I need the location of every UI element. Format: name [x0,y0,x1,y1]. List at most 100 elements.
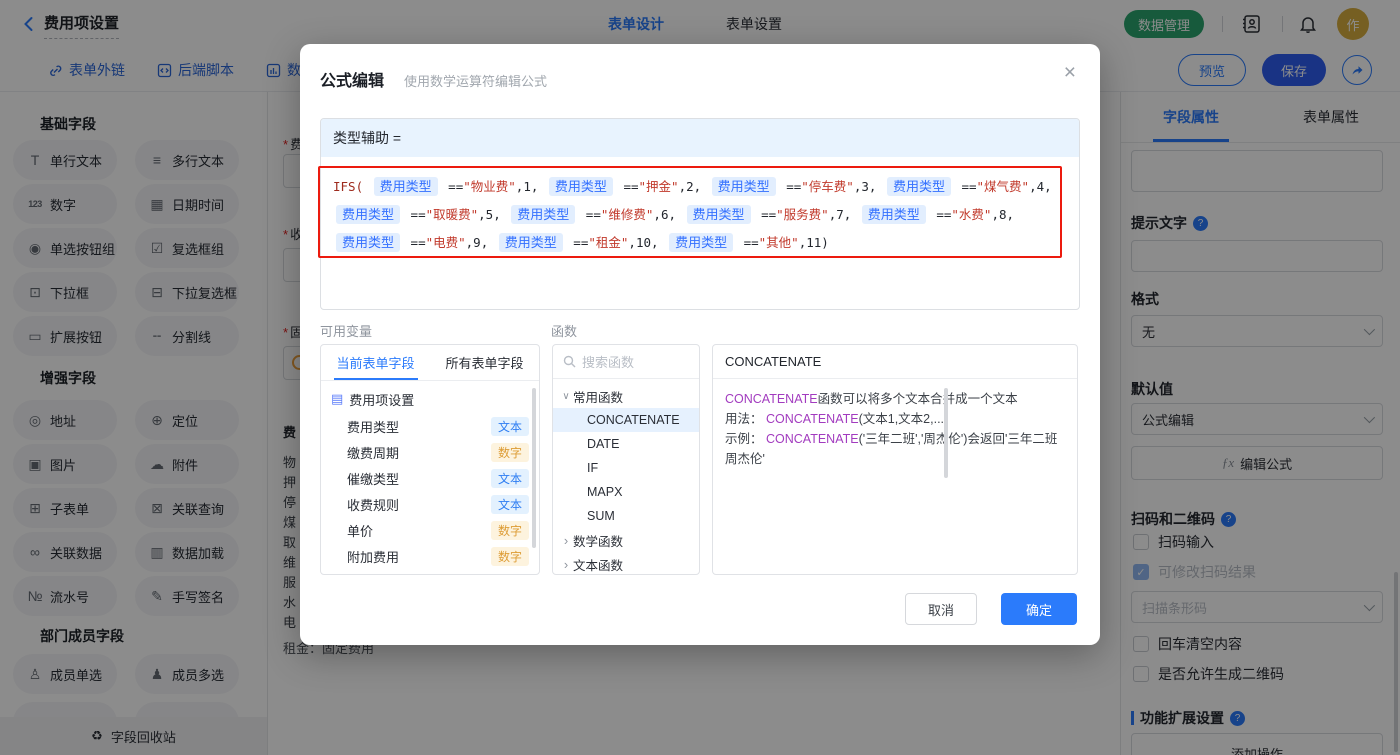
function-item[interactable]: DATE [553,432,699,456]
detail-segment: (文本1,文本2,...) [859,412,949,426]
formula-box: 类型辅助 = IFS( 费用类型 =="物业费",1, 费用类型 =="押金",… [320,118,1080,310]
form-icon: ▤ [331,391,343,407]
function-item[interactable]: IF [553,456,699,480]
variables-tab[interactable]: 当前表单字段 [321,345,430,380]
formula-segment: ,5, [478,207,508,222]
variable-row[interactable]: 收费规则 文本 [321,491,539,517]
modal-title: 公式编辑 [320,67,384,91]
functions-scrollbar[interactable] [944,388,948,478]
formula-segment: ,3, [854,179,884,194]
formula-segment: "维修费" [601,207,654,222]
variable-type-badge: 数字 [491,443,529,462]
formula-segment: 费用类型 [336,233,400,252]
functions-tree: 常用函数 CONCATENATE DATE IF MAPX SUM 数学函数 文… [553,379,699,575]
formula-segment: == [441,179,464,194]
close-icon[interactable]: × [1064,62,1076,83]
variable-name: 单价 [347,521,491,540]
formula-segment: ,10, [628,235,666,250]
confirm-button[interactable]: 确定 [1001,593,1077,625]
function-detail-panel: CONCATENATE CONCATENATE函数可以将多个文本合并成一个文本用… [712,344,1078,575]
formula-segment: == [754,207,777,222]
formula-segment: 费用类型 [549,177,613,196]
formula-segment: 费用类型 [669,233,733,252]
variable-type-badge: 文本 [491,417,529,436]
variable-row[interactable]: 费用类型 文本 [321,413,539,439]
formula-segment: ,1, [516,179,546,194]
formula-segment: 费用类型 [887,177,951,196]
variables-tab[interactable]: 所有表单字段 [430,345,539,380]
formula-segment: ,6, [653,207,683,222]
formula-segment: == [954,179,977,194]
formula-segment: 费用类型 [687,205,751,224]
function-item[interactable]: 数学函数 [553,528,699,552]
functions-panel: 搜索函数 常用函数 CONCATENATE DATE IF MAPX SUM 数… [552,344,700,575]
formula-segment: ,9, [466,235,496,250]
formula-segment: "电费" [426,235,466,250]
functions-label: 函数 [551,321,577,340]
detail-segment: CONCATENATE [766,412,859,426]
formula-segment: 费用类型 [374,177,438,196]
variables-label: 可用变量 [320,321,372,340]
function-item[interactable]: SUM [553,504,699,528]
formula-editor-modal: 公式编辑 使用数学运算符编辑公式 × 类型辅助 = IFS( 费用类型 =="物… [300,44,1100,645]
formula-segment: 费用类型 [712,177,776,196]
variable-name: 缴费周期 [347,443,491,462]
formula-segment: 费用类型 [336,205,400,224]
formula-segment: == [736,235,759,250]
formula-segment: 费用类型 [499,233,563,252]
formula-target: 类型辅助 = [321,119,1079,157]
formula-segment: ,11) [799,235,829,250]
cancel-button[interactable]: 取消 [905,593,977,625]
formula-segment: == [403,207,426,222]
detail-segment: CONCATENATE [725,392,818,406]
search-icon [563,355,576,368]
formula-segment: 费用类型 [511,205,575,224]
variable-type-badge: 文本 [491,495,529,514]
formula-segment: "物业费" [463,179,516,194]
variable-row[interactable]: 单价 数字 [321,517,539,543]
formula-segment: "租金" [588,235,628,250]
function-item[interactable]: CONCATENATE [553,408,699,432]
modal-subtitle: 使用数学运算符编辑公式 [404,71,547,90]
formula-segment: "停车费" [801,179,854,194]
variable-name: 催缴类型 [347,469,491,488]
variable-type-badge: 文本 [491,469,529,488]
variables-tabs: 当前表单字段所有表单字段 [321,345,539,381]
formula-segment: ,4, [1029,179,1052,194]
formula-segment: "水费" [951,207,991,222]
formula-segment: ,8, [991,207,1014,222]
form-node[interactable]: ▤ 费用项设置 [321,385,539,413]
formula-segment: == [578,207,601,222]
function-detail-body: CONCATENATE函数可以将多个文本合并成一个文本用法： CONCATENA… [713,379,1077,479]
formula-segment: == [403,235,426,250]
variable-row[interactable]: 缴费周期 数字 [321,439,539,465]
function-item[interactable]: 文本函数 [553,552,699,575]
formula-segment: == [616,179,639,194]
variable-type-badge: 数字 [491,521,529,540]
search-placeholder: 搜索函数 [582,352,634,371]
variable-row[interactable]: 催缴类型 文本 [321,465,539,491]
formula-segment: "取暖费" [426,207,479,222]
detail-segment: 函数可以将多个文本合并成一个文本 [818,392,1018,406]
formula-segment: "煤气费" [977,179,1030,194]
variable-name: 收费规则 [347,495,491,514]
formula-segment: == [929,207,952,222]
detail-segment: 用法： [725,412,766,426]
variables-panel: 当前表单字段所有表单字段 ▤ 费用项设置 费用类型 文本 缴费周期 数字 催缴类… [320,344,540,575]
formula-editor[interactable]: IFS( 费用类型 =="物业费",1, 费用类型 =="押金",2, 费用类型… [321,157,1079,257]
variables-scrollbar[interactable] [532,388,536,548]
formula-segment: == [779,179,802,194]
formula-segment: IFS( [333,179,371,194]
variable-type-badge: 数字 [491,547,529,566]
variables-tree: 费用类型 文本 缴费周期 数字 催缴类型 文本 收费规则 文本 单价 数字 附加… [321,413,539,569]
detail-segment: CONCATENATE [766,432,859,446]
formula-segment: 费用类型 [862,205,926,224]
function-search[interactable]: 搜索函数 [553,345,699,379]
formula-segment: == [566,235,589,250]
function-item[interactable]: 常用函数 [553,384,699,408]
function-item[interactable]: MAPX [553,480,699,504]
variable-name: 费用类型 [347,417,491,436]
formula-segment: "押金" [639,179,679,194]
variable-row[interactable]: 附加费用 数字 [321,543,539,569]
function-detail-title: CONCATENATE [713,345,1077,379]
